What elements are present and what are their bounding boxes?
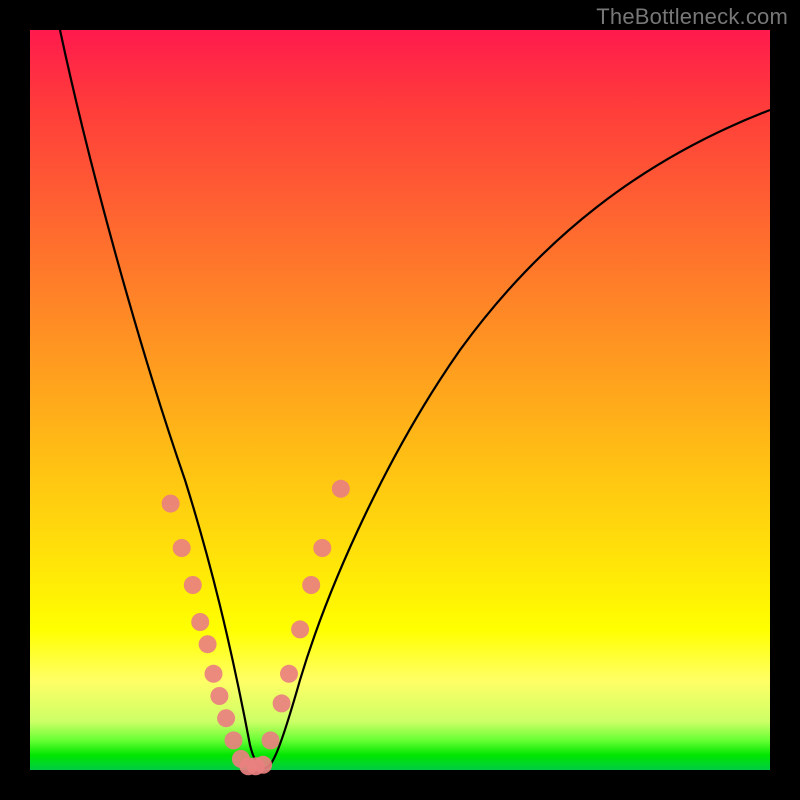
data-point [205,665,223,683]
watermark-text: TheBottleneck.com [596,4,788,30]
data-point [302,576,320,594]
data-point [210,687,228,705]
data-point [291,620,309,638]
data-point [225,731,243,749]
data-point [217,709,235,727]
data-point [273,694,291,712]
data-point [313,539,331,557]
data-point [280,665,298,683]
chart-svg [30,30,770,770]
chart-plot-area [30,30,770,770]
data-point [254,756,272,774]
data-point [332,480,350,498]
data-dots [162,480,350,776]
data-point [262,731,280,749]
bottleneck-curve [60,30,770,768]
data-point [173,539,191,557]
data-point [184,576,202,594]
data-point [162,495,180,513]
data-point [199,635,217,653]
data-point [191,613,209,631]
